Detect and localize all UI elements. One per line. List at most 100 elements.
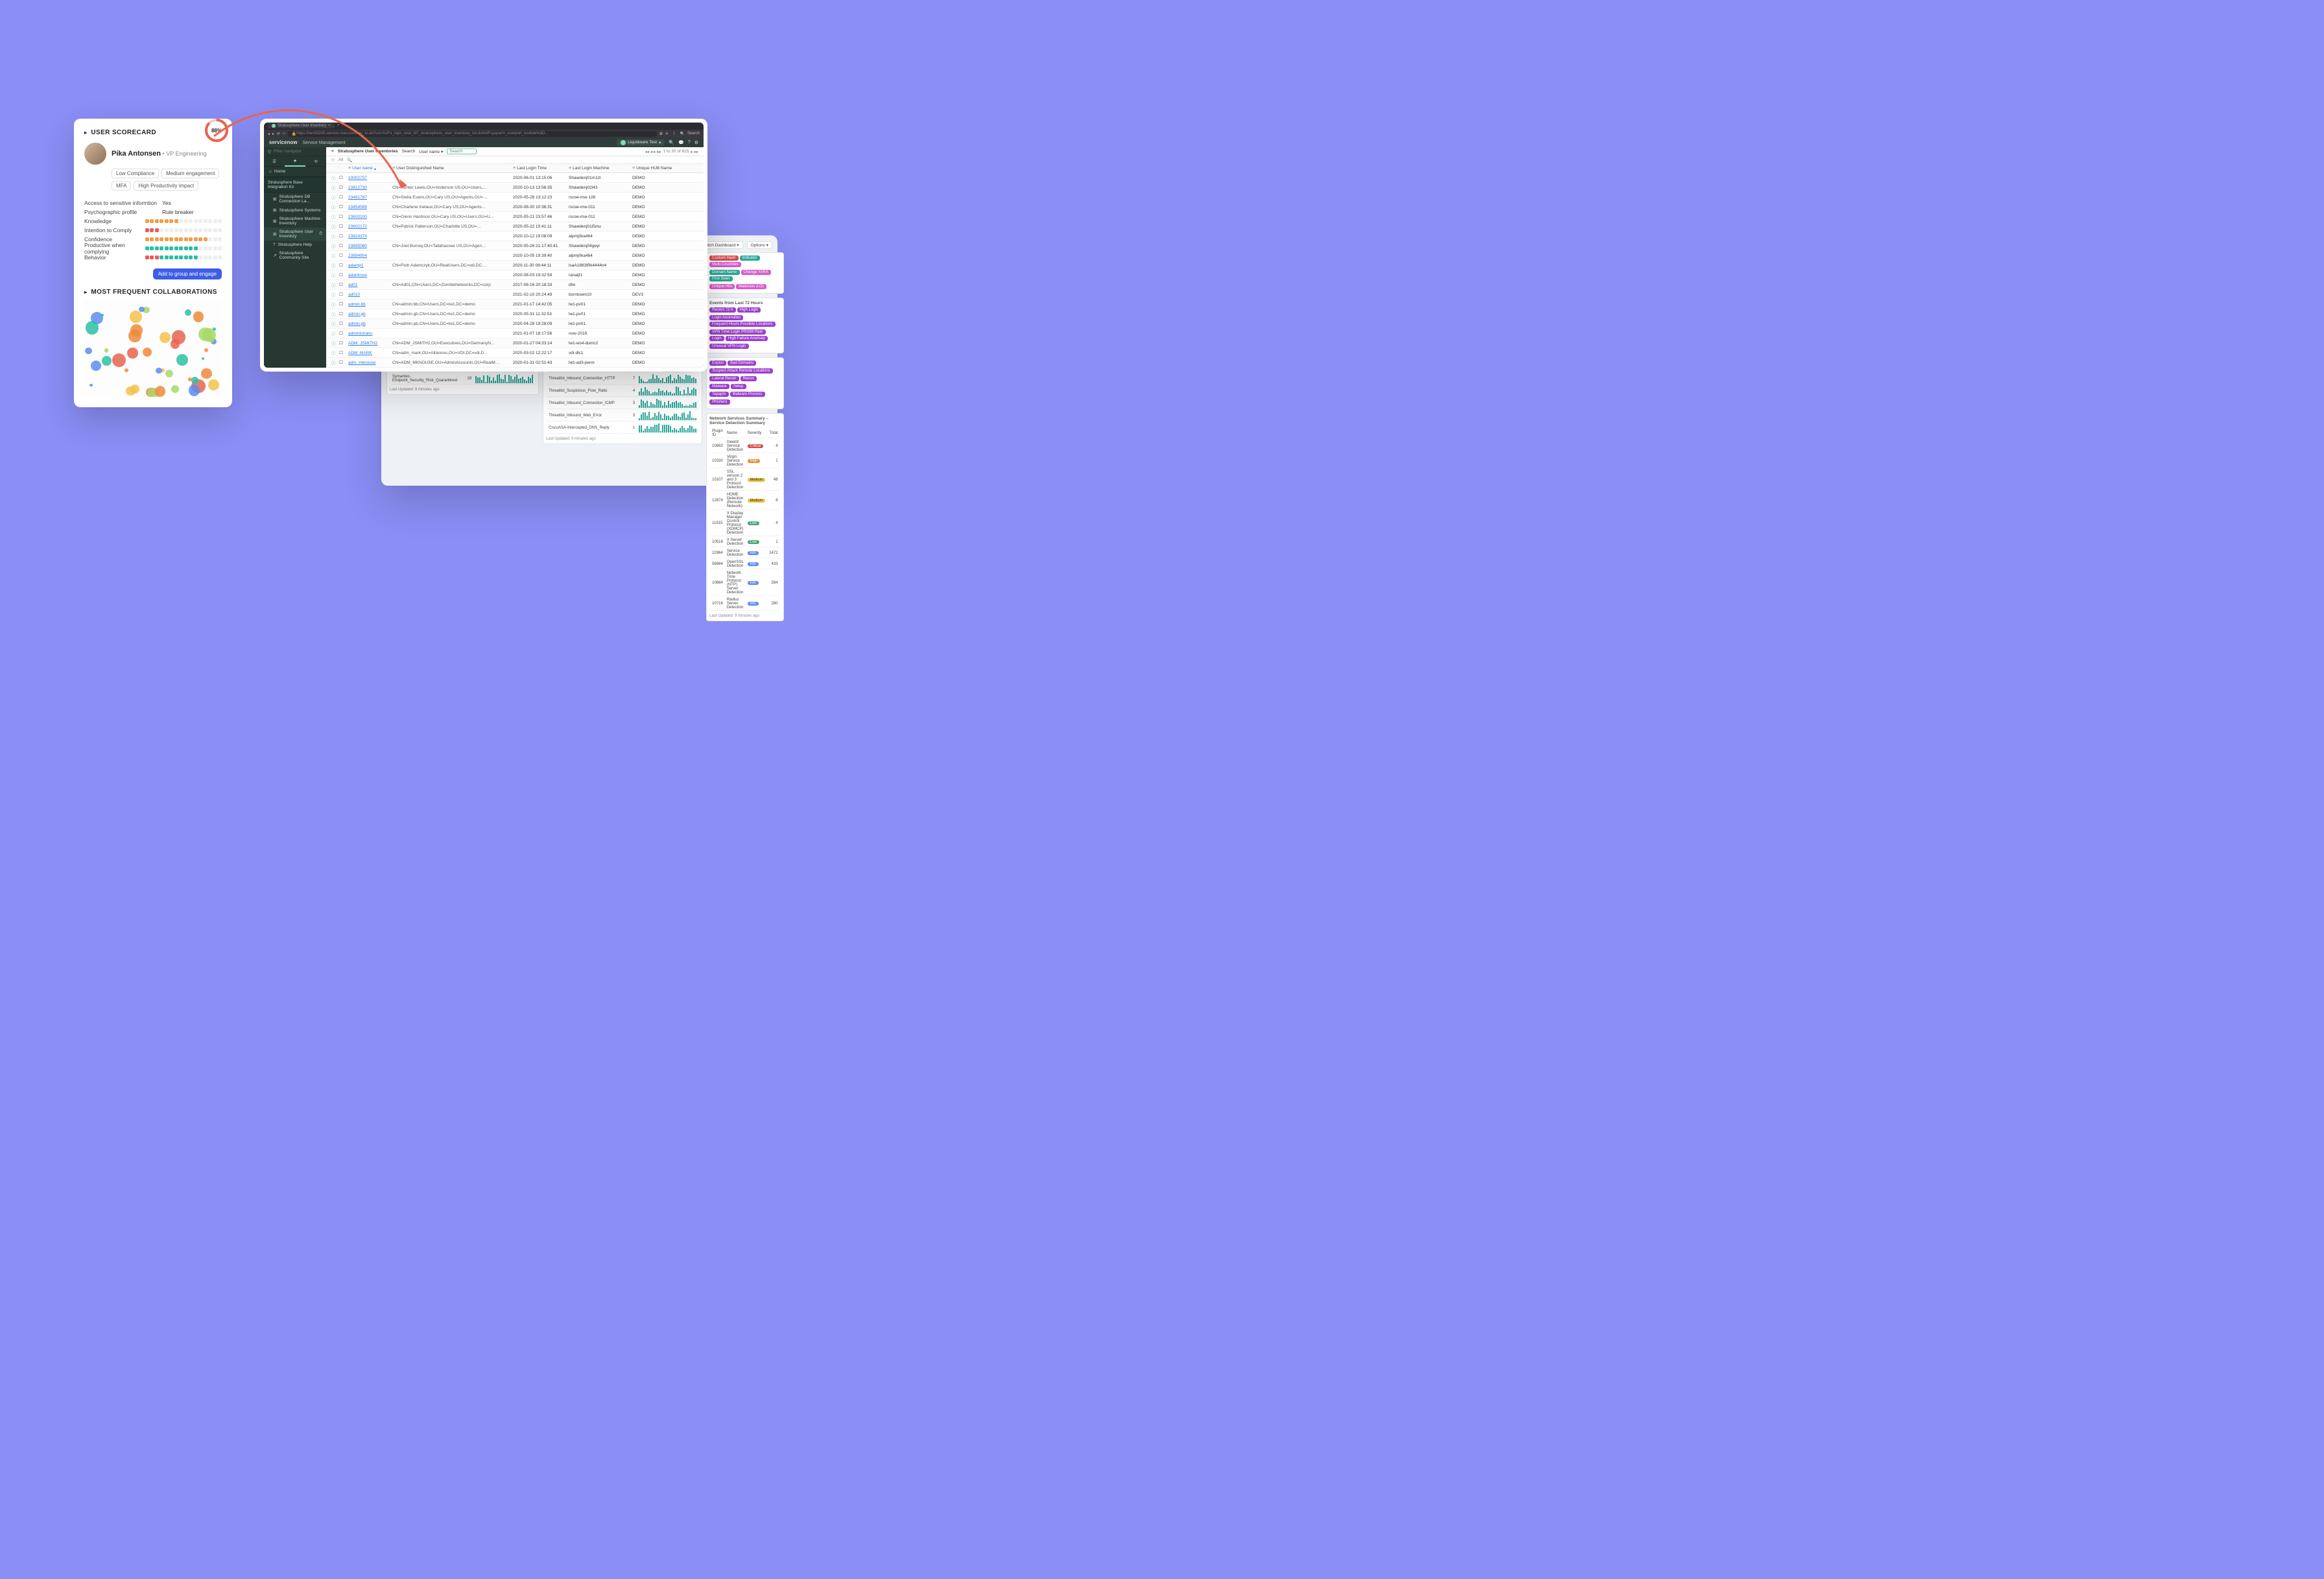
table-row[interactable]: ⓘ☐ADM_MARKCN=adm_mark,OU=Alliances,OU=VD… xyxy=(326,348,704,358)
pill[interactable]: Change YARA xyxy=(741,270,771,275)
row-checkbox[interactable]: ☐ xyxy=(339,233,348,239)
pill[interactable]: Multi-Countries xyxy=(709,262,741,267)
info-icon[interactable]: ⓘ xyxy=(331,194,339,200)
info-icon[interactable]: ⓘ xyxy=(331,330,339,337)
pill[interactable]: Recent 72 h xyxy=(709,307,735,313)
table-row[interactable]: ⓘ☐adm_mknouseCN=ADM_MKNOUSE,OU=AdminAcco… xyxy=(326,358,704,368)
pill[interactable]: Setup xyxy=(731,384,746,389)
col-last-login[interactable]: ≡Last Login Time xyxy=(513,166,569,171)
info-icon[interactable]: ⓘ xyxy=(331,213,339,220)
row-checkbox[interactable]: ☐ xyxy=(339,282,348,287)
pill[interactable]: Domain Name xyxy=(709,270,739,275)
table-row[interactable]: ⓘ☐administrator2021-01-07 18:17:56nvw-20… xyxy=(326,329,704,338)
pill[interactable]: Suspect Attack Remote Locations xyxy=(709,368,773,374)
options-dropdown[interactable]: Options ▾ xyxy=(747,241,772,249)
forward-icon[interactable]: ▸ xyxy=(272,132,274,136)
row-checkbox[interactable]: ☐ xyxy=(339,175,348,180)
table-row[interactable]: ⓘ☐ADM_JSMITH2CN=ADM_JSMITH2,OU=Executive… xyxy=(326,338,704,348)
info-icon[interactable]: ⓘ xyxy=(331,233,339,239)
row-checkbox[interactable]: ☐ xyxy=(339,360,348,365)
row-checkbox[interactable]: ☐ xyxy=(339,272,348,278)
info-icon[interactable]: ⓘ xyxy=(331,184,339,191)
table-row[interactable]: 10716Radius Server DetectionInfo280 xyxy=(711,597,779,611)
table-row[interactable]: ⓘ☐admin.pbCN=admin.pb,CN=Users,DC=lw1,DC… xyxy=(326,319,704,329)
pill[interactable]: Custom Hash xyxy=(709,255,738,261)
col-user-name[interactable]: ≡User name ▴ xyxy=(348,166,392,171)
row-checkbox[interactable]: ☐ xyxy=(339,185,348,190)
nav-tab-favorites[interactable]: ★ xyxy=(285,156,305,167)
new-tab-icon[interactable]: + xyxy=(337,124,340,128)
sidebar-item[interactable]: ⊞Stratusphere Systems xyxy=(264,206,326,215)
table-row[interactable]: ⓘ☐238243742020-10-12 19:08:09alpmj0ka464… xyxy=(326,232,704,241)
info-icon[interactable]: ⓘ xyxy=(331,301,339,307)
sidebar-home[interactable]: ⌂ Home xyxy=(264,167,326,177)
funnel-icon[interactable]: ▽ xyxy=(331,158,335,163)
row-checkbox[interactable]: ☐ xyxy=(339,321,348,326)
pager[interactable]: ◂◂ ◂ ▸ ▸▸ 1 to 20 of 815 ▸ ▸▸ xyxy=(645,149,698,154)
table-row[interactable]: Threatlist_Suspicious_Flow_Ratio4 xyxy=(547,386,698,397)
pill[interactable]: Unusual VPN Login xyxy=(709,344,748,349)
table-row[interactable]: ⓘ☐ad01CN=Ad01,CN=Users,DC=ZombieNetworks… xyxy=(326,280,704,290)
col-user-dn[interactable]: ≡User Distinguished Name xyxy=(392,166,513,171)
table-row[interactable]: ⓘ☐adantrose2020-08-03 19:32:59ranaljl1DE… xyxy=(326,270,704,280)
table-row[interactable]: Threatlist_Inbound_Connection_HTTP7 xyxy=(547,374,698,385)
browser-search[interactable]: Search xyxy=(687,132,700,136)
row-checkbox[interactable]: ☐ xyxy=(339,302,348,307)
row-checkbox[interactable]: ☐ xyxy=(339,292,348,297)
row-checkbox[interactable]: ☐ xyxy=(339,340,348,346)
help-icon[interactable]: ? xyxy=(688,140,691,145)
info-icon[interactable]: ⓘ xyxy=(331,204,339,210)
filter-navigator[interactable]: ▽ xyxy=(264,147,326,156)
row-checkbox[interactable]: ☐ xyxy=(339,214,348,219)
pill[interactable]: High Login xyxy=(737,307,761,313)
pill[interactable]: Indicator xyxy=(740,255,760,261)
table-row[interactable]: 10683Inward Service DetectionCritical4 xyxy=(711,440,779,453)
pill[interactable]: First Seen xyxy=(709,276,732,281)
info-icon[interactable]: ⓘ xyxy=(331,174,339,181)
row-checkbox[interactable]: ☐ xyxy=(339,263,348,268)
info-icon[interactable]: ⓘ xyxy=(331,340,339,346)
add-to-group-button[interactable]: Add to group and engage xyxy=(153,268,222,279)
table-row[interactable]: ⓘ☐23461787CN=Stella Evans,OU=Cary US,OU=… xyxy=(326,193,704,202)
pill[interactable]: VPN Time Login PRISM Rate xyxy=(709,329,765,335)
info-icon[interactable]: ⓘ xyxy=(331,252,339,259)
info-icon[interactable]: ⓘ xyxy=(331,350,339,356)
close-icon[interactable]: × xyxy=(328,124,331,128)
sidebar-item[interactable]: ⊞Stratusphere User Inventory⏱ xyxy=(264,228,326,241)
sidebar-item[interactable]: ?Stratusphere Help xyxy=(264,241,326,249)
table-row[interactable]: Symantec-Endpoint_Security_Risk_Quaranti… xyxy=(391,374,534,385)
row-checkbox[interactable]: ☐ xyxy=(339,224,348,229)
search-field-dropdown[interactable]: User name ▾ xyxy=(419,149,443,154)
info-icon[interactable]: ⓘ xyxy=(331,281,339,288)
table-row[interactable]: 10330Virgin Service DetectionHigh1 xyxy=(711,455,779,468)
info-icon[interactable]: ⓘ xyxy=(331,223,339,230)
nav-tab-all[interactable]: ☰ xyxy=(264,156,285,167)
table-row[interactable]: 10884Network Time Protocol (NTP) Server … xyxy=(711,571,779,596)
pill[interactable]: Recon xyxy=(741,376,757,381)
address-bar[interactable]: 🔒 https://ven03205.service-now.com/nav_t… xyxy=(288,131,657,137)
col-last-machine[interactable]: ≡Last Login Machine xyxy=(569,166,632,171)
table-row[interactable]: ⓘ☐23600100CN=Glenn Hardison,OU=Cary US,O… xyxy=(326,212,704,222)
pill[interactable]: High Failure Anomaly xyxy=(726,336,768,341)
pill[interactable]: Frequent Hours Possible Locations xyxy=(709,322,775,327)
list-search-input[interactable]: Search xyxy=(447,148,477,154)
table-row[interactable]: 10107SSL version 2 and 3 Protocol Detect… xyxy=(711,469,779,491)
user-menu[interactable]: Liquidware Test ▾ xyxy=(617,139,665,146)
table-row[interactable]: Threatlist_Inbound_Web_Error3 xyxy=(547,410,698,421)
row-checkbox[interactable]: ☐ xyxy=(339,253,348,258)
gear-icon[interactable]: ⚙ xyxy=(694,140,698,145)
filter-bar[interactable]: ▽ All 🔍 xyxy=(326,156,704,164)
pill[interactable]: Phishers xyxy=(709,399,729,405)
chat-icon[interactable]: 💬 xyxy=(678,140,684,145)
pill[interactable]: Malicious (LO) xyxy=(736,284,766,289)
table-row[interactable]: ⓘ☐ad0102021-02-10 20:24:49borntowin10DEV… xyxy=(326,290,704,300)
row-checkbox[interactable]: ☐ xyxy=(339,195,348,200)
pill[interactable]: Login Anomalies xyxy=(709,315,743,320)
sidebar-item[interactable]: ↗Stratusphere Community Site xyxy=(264,249,326,262)
pill[interactable]: Unique Hits xyxy=(709,284,735,289)
info-icon[interactable]: ⓘ xyxy=(331,359,339,366)
table-row[interactable]: 12874HOME Detection (Remote Network)Medi… xyxy=(711,492,779,510)
home-icon[interactable]: ⌂ xyxy=(283,132,285,136)
sidebar-item[interactable]: ⊞Stratusphere Machine Inventory xyxy=(264,215,326,228)
table-row[interactable]: ⓘ☐admin.bbCN=admin.bb,CN=Users,DC=lw1,DC… xyxy=(326,300,704,309)
